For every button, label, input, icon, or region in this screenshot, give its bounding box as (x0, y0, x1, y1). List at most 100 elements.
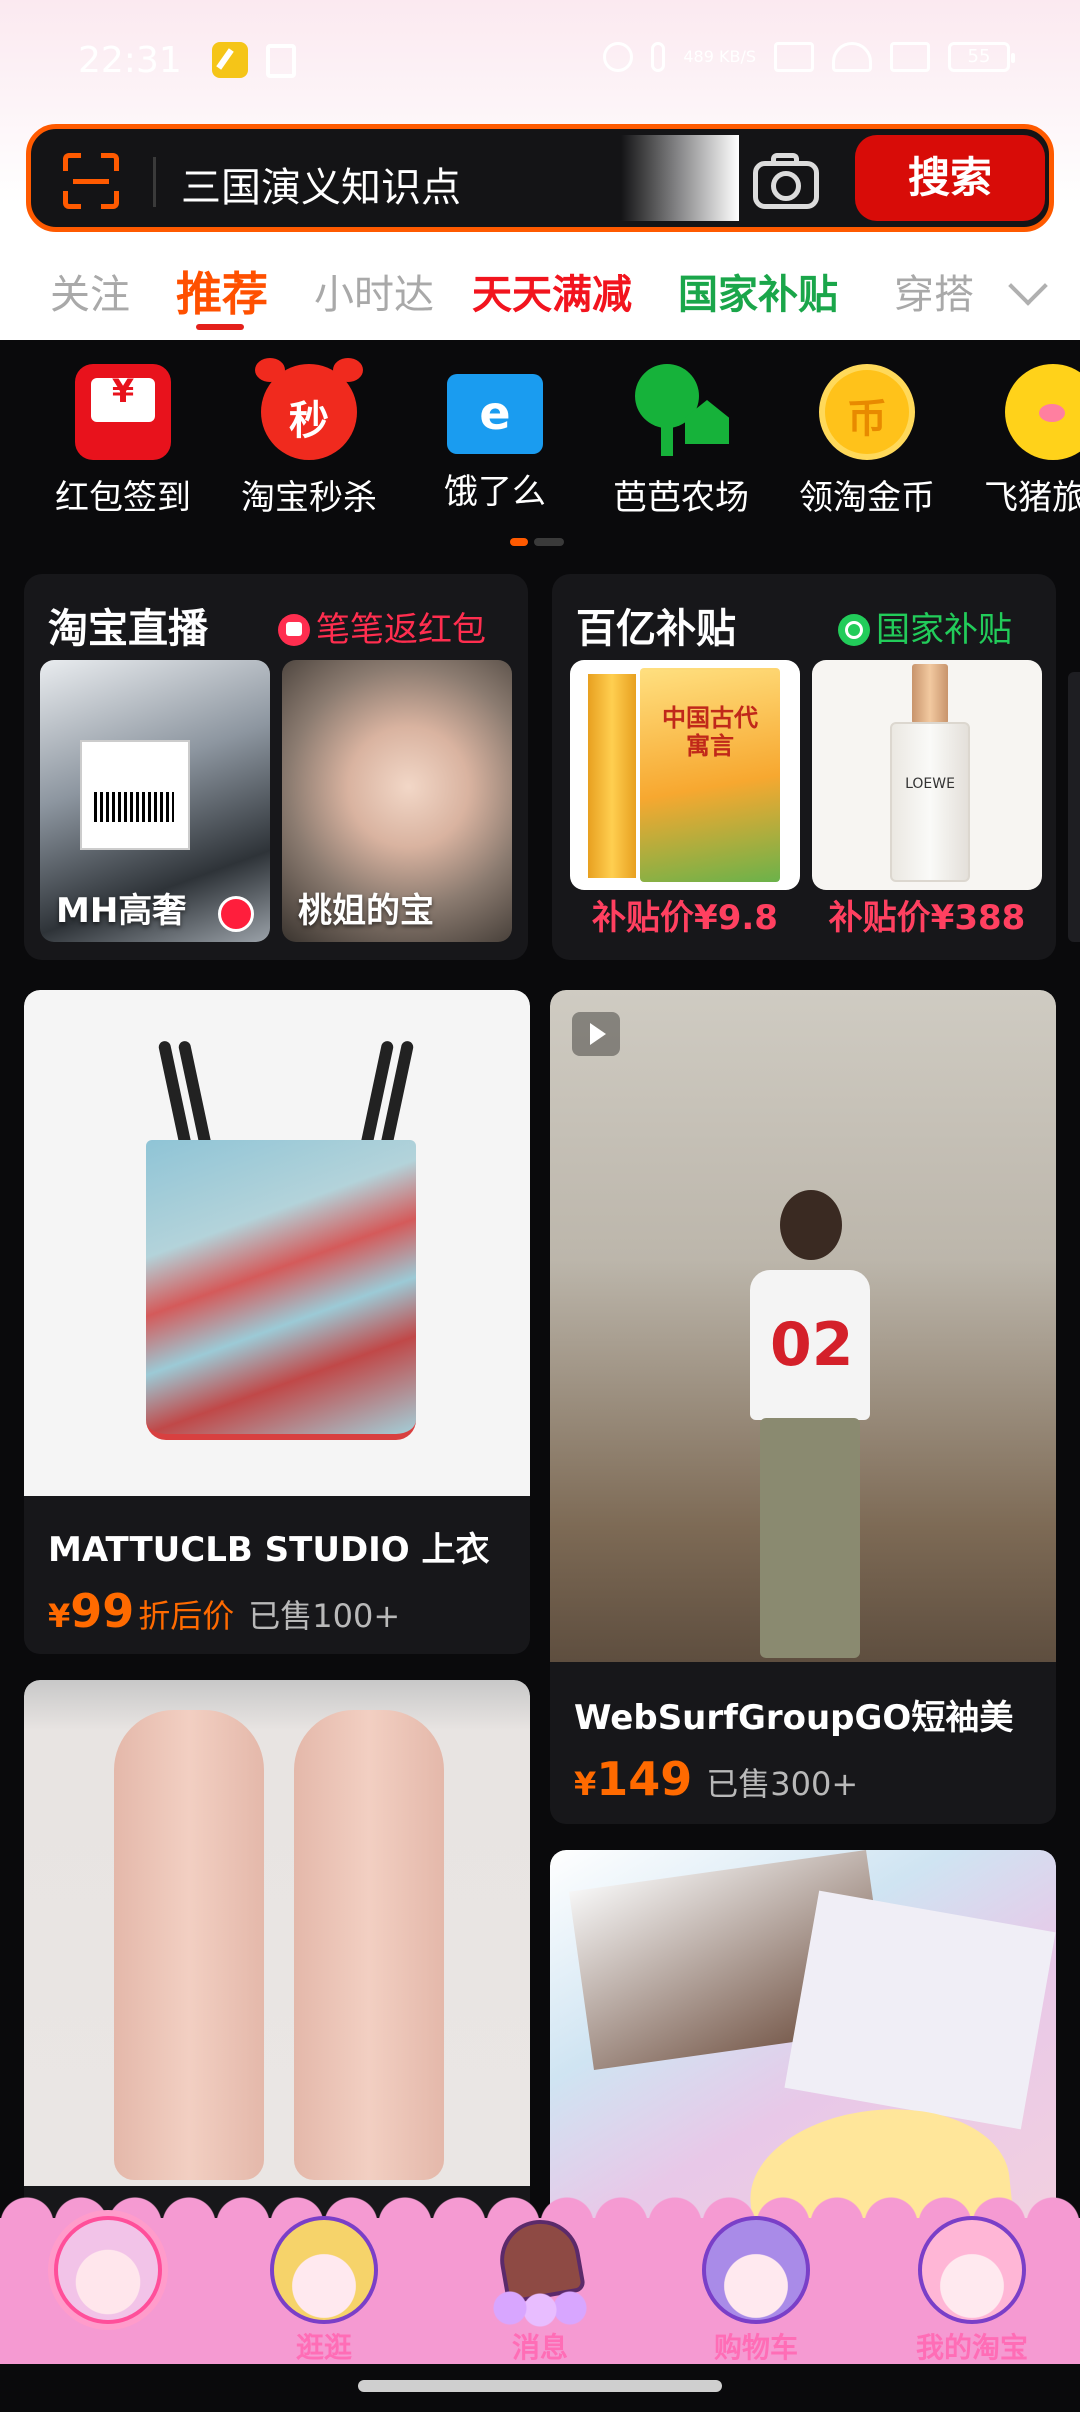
pig-icon (1005, 364, 1080, 460)
nav-my-taobao[interactable]: 我的淘宝 (892, 2216, 1052, 2364)
product-label-image (80, 740, 190, 850)
live-card-title: 淘宝直播 (48, 606, 208, 652)
tab-hour-delivery[interactable]: 小时达 (314, 262, 434, 320)
signal-icon (890, 42, 930, 72)
red-envelope-icon (278, 614, 310, 646)
network-speed: 489 KB/S (683, 47, 756, 66)
product-title: MATTUCLB STUDIO 上衣 (48, 1530, 490, 1570)
live-stream-card[interactable]: 淘宝直播 笔笔返红包 MH高奢 桃姐的宝 (24, 574, 528, 960)
product-card[interactable]: 02 WebSurfGroupGO短袖美 ¥149 已售300+ (550, 990, 1056, 1824)
home-avatar-icon (54, 2216, 162, 2324)
bluetooth-icon (651, 42, 666, 72)
subsidy-tile-book[interactable]: 中国古代寓言 (570, 660, 800, 890)
subsidy-price: 补贴价¥9.8 (592, 898, 778, 938)
next-card-peek (1068, 672, 1080, 942)
nav-label: 我的淘宝 (915, 2331, 1028, 2364)
tab-recommend[interactable]: 推荐 (176, 258, 268, 324)
product-title: WebSurfGroupGO短袖美 (574, 1698, 1014, 1738)
nav-explore[interactable]: 逛逛 (244, 2216, 404, 2364)
nav-label: 逛逛 (295, 2331, 352, 2364)
tree-house-icon (633, 364, 729, 460)
hd-icon (774, 42, 814, 72)
alarm-icon (603, 42, 634, 72)
search-fade-overlay (621, 135, 739, 221)
subsidy-tile-perfume[interactable]: LOEWE (812, 660, 1042, 890)
header-area: 22:31 489 KB/S 55 三国演义知识点 搜索 关注 推荐 小时达 天… (0, 0, 1080, 340)
shortcut-gold-coin[interactable]: 币 领淘金币 (782, 364, 952, 519)
sim-icon (266, 44, 296, 78)
notes-app-icon (212, 42, 248, 78)
shortcut-label: 领淘金币 (799, 478, 935, 518)
shortcut-label: 飞猪旅 (984, 478, 1080, 518)
subsidy-card[interactable]: 百亿补贴 国家补贴 中国古代寓言 补贴价¥9.8 LOEWE 补贴价¥388 (552, 574, 1056, 960)
active-tab-indicator (196, 324, 244, 330)
perfume-cap (912, 664, 948, 724)
live-tile[interactable]: MH高奢 (40, 660, 270, 942)
eleme-icon: e (447, 374, 543, 454)
tab-daily-discount[interactable]: 天天满减 (472, 262, 632, 320)
subsidy-card-tag: 国家补贴 (838, 602, 1012, 651)
leg-graphic (114, 1710, 264, 2180)
tab-outfit[interactable]: 穿搭 (894, 262, 974, 320)
product-image (24, 990, 530, 1496)
product-price-row: ¥99 折后价 已售100+ (48, 1584, 401, 1638)
shortcut-farm[interactable]: 芭芭农场 (596, 364, 766, 519)
coin-icon: 币 (819, 364, 915, 460)
heart-icon (218, 896, 254, 932)
perfume-bottle: LOEWE (890, 722, 970, 882)
gesture-bar[interactable] (358, 2380, 722, 2392)
live-tile-caption: MH高奢 (56, 891, 187, 931)
status-bar: 22:31 489 KB/S 55 (0, 0, 1080, 120)
product-price: 149 (596, 1752, 693, 1806)
product-card[interactable]: MATTUCLB STUDIO 上衣 ¥99 折后价 已售100+ (24, 990, 530, 1654)
product-image (550, 1850, 1056, 2220)
search-divider (153, 157, 156, 207)
search-input[interactable]: 三国演义知识点 (181, 155, 461, 213)
shortcut-page-indicator (510, 538, 570, 546)
shortcut-red-envelope[interactable]: ¥ 红包签到 (38, 364, 208, 519)
scan-icon[interactable] (63, 153, 119, 209)
play-icon (572, 1012, 620, 1056)
sold-count: 已售100+ (248, 1597, 401, 1635)
price-note: 折后价 (138, 1597, 235, 1635)
red-envelope-icon: ¥ (75, 364, 171, 460)
profile-avatar-icon (918, 2216, 1026, 2324)
shortcut-flash-sale[interactable]: 秒 淘宝秒杀 (224, 358, 394, 519)
nav-messages[interactable]: 消息 (460, 2213, 620, 2364)
nav-label: 消息 (511, 2331, 568, 2364)
cami-top-graphic (146, 1140, 416, 1440)
tab-follow[interactable]: 关注 (50, 262, 130, 320)
leg-graphic (294, 1710, 444, 2180)
product-video: 02 (550, 990, 1056, 1662)
status-time: 22:31 (78, 40, 182, 81)
live-tile-caption: 桃姐的宝 (298, 891, 434, 931)
book-image: 中国古代寓言 (588, 668, 780, 882)
explore-avatar-icon (270, 2216, 378, 2324)
live-tile[interactable]: 桃姐的宝 (282, 660, 512, 942)
chevron-down-icon[interactable] (1008, 272, 1046, 310)
product-card[interactable] (24, 1680, 530, 2220)
product-price: 99 (70, 1584, 135, 1638)
alarm-clock-icon: 秒 (255, 358, 363, 460)
shortcut-eleme[interactable]: e 饿了么 (410, 364, 580, 513)
photo-card (784, 1890, 1056, 2130)
status-indicators: 489 KB/S 55 (603, 42, 1015, 72)
search-button[interactable]: 搜索 (855, 135, 1045, 221)
tab-national-subsidy[interactable]: 国家补贴 (678, 262, 838, 320)
shortcut-fliggy[interactable]: 飞猪旅 (968, 364, 1080, 519)
wifi-icon (832, 42, 872, 72)
sold-count: 已售300+ (706, 1765, 859, 1803)
subsidy-card-title: 百亿补贴 (576, 606, 736, 652)
bottom-navigation: 逛逛 消息 购物车 我的淘宝 (0, 2194, 1080, 2364)
camera-icon[interactable] (753, 151, 819, 209)
subsidy-price: 补贴价¥388 (828, 898, 1026, 938)
shortcut-label: 红包签到 (55, 478, 191, 518)
subsidy-icon (838, 614, 870, 646)
battery-icon: 55 (948, 42, 1015, 72)
product-image (24, 1680, 530, 2186)
nav-cart[interactable]: 购物车 (676, 2216, 836, 2364)
nav-home[interactable] (28, 2216, 188, 2362)
product-card[interactable] (550, 1850, 1056, 2220)
shortcut-label: 芭芭农场 (613, 478, 749, 518)
search-bar[interactable]: 三国演义知识点 搜索 (26, 124, 1054, 232)
